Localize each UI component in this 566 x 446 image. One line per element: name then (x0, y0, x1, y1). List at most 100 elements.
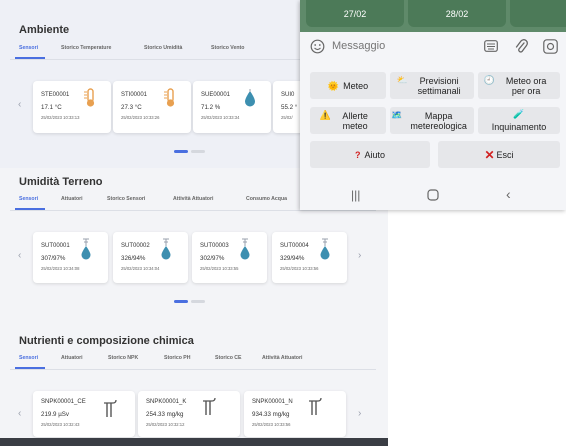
chat-header: 27/02 28/02 (300, 0, 566, 32)
date-button-partial[interactable] (510, 0, 566, 27)
sensor-card[interactable]: SUT00003 302/97% 25/02/2023 10:33:55 (192, 232, 267, 283)
back-icon[interactable]: ‹ (506, 186, 511, 202)
probe-icon (203, 397, 216, 415)
tab-attuatori[interactable]: Attuatori (61, 355, 83, 361)
sensor-value: 55.2 ° (281, 104, 298, 111)
sensor-timestamp: 25/02/2023 10:33:55 (200, 266, 239, 271)
pagination-dot[interactable] (191, 300, 205, 303)
sensor-value: 254.33 mg/kg (146, 411, 184, 418)
sensor-card[interactable]: STE00001 17.1 °C 25/02/2023 10:33:13 (33, 81, 111, 133)
clock-icon: 🕘 (483, 75, 496, 85)
pagination-dot-active[interactable] (174, 300, 188, 303)
sensor-timestamp: 25/02/2023 10:34:04 (121, 266, 160, 271)
date-button-27-02[interactable]: 27/02 (306, 0, 404, 27)
sensor-card[interactable]: STI00001 27.3 °C 25/02/2023 10:33:26 (113, 81, 191, 133)
probe-icon (309, 397, 322, 415)
sensor-timestamp: 25/02/2023 10:32:43 (41, 422, 80, 427)
sensor-timestamp: 25/02/2023 10:34:08 (41, 266, 80, 271)
umidita-title: Umidità Terreno (19, 176, 103, 188)
tabs-divider (10, 369, 376, 370)
carousel-prev-button[interactable]: ‹ (18, 408, 21, 419)
thermometer-icon (164, 88, 175, 107)
camera-icon[interactable] (543, 39, 558, 54)
tab-sensori[interactable]: Sensori (19, 196, 38, 202)
keyboard-button-esci[interactable]: ✕ Esci (438, 141, 560, 168)
tab-attivita-attuatori[interactable]: Attività Attuatori (262, 355, 302, 361)
tab-attuatori[interactable]: Attuatori (61, 196, 83, 202)
sensor-value: 219.9 µSv (41, 411, 69, 418)
keyboard-button-inquinamento[interactable]: 🧪 Inquinamento (478, 107, 560, 134)
keyboard-button-allerte[interactable]: ⚠️ Allerte meteo (310, 107, 386, 134)
sensor-code: STE00001 (41, 92, 70, 98)
sensor-code: SUT00002 (121, 243, 150, 249)
sensor-value: 71.2 % (201, 104, 221, 111)
sensor-card[interactable]: SUT00004 329/94% 25/02/2023 10:33:56 (272, 232, 347, 283)
android-nav-bar: ||| ‹ (300, 180, 566, 210)
warning-icon: ⚠️ (319, 110, 332, 120)
sensor-code: SNPK00001_N (252, 399, 293, 405)
keyboard-button-previsioni[interactable]: ⛅ Previsioni settimanali (390, 72, 474, 99)
question-mark-icon: ? (354, 149, 361, 160)
keyboard-button-meteo-ora[interactable]: 🕘 Meteo ora per ora (478, 72, 560, 99)
sensor-value: 329/94% (280, 255, 305, 262)
sensor-card[interactable]: SNPK00001_K 254.33 mg/kg 25/02/2023 10:3… (138, 391, 240, 437)
button-label: Previsioni settimanali (417, 75, 461, 96)
sensor-value: 307/97% (41, 255, 66, 262)
sensor-value: 326/94% (121, 255, 146, 262)
tab-storico-ce[interactable]: Storico CE (215, 355, 242, 361)
sensor-card[interactable]: SUT00001 307/97% 25/02/2023 10:34:08 (33, 232, 108, 283)
thermometer-icon (84, 88, 95, 107)
keyboard-button-meteo[interactable]: 🌞 Meteo (310, 72, 386, 99)
tab-storico-ph[interactable]: Storico PH (164, 355, 191, 361)
tab-storico-sensori[interactable]: Storico Sensori (107, 196, 145, 202)
tab-storico-vento[interactable]: Storico Vento (211, 45, 244, 51)
tab-sensori[interactable]: Sensori (19, 45, 38, 51)
window-bottom-edge (0, 438, 388, 446)
soil-moisture-icon (161, 238, 171, 260)
soil-moisture-icon (240, 238, 250, 260)
message-input-bar (300, 32, 566, 61)
sensor-code: SUE00001 (201, 92, 231, 98)
tab-consumo-acqua[interactable]: Consumo Acqua (246, 196, 287, 202)
sensor-code: SNPK00001_CE (41, 399, 86, 405)
carousel-prev-button[interactable]: ‹ (18, 250, 21, 261)
sensor-card[interactable]: SNPK00001_CE 219.9 µSv 25/02/2023 10:32:… (33, 391, 135, 437)
date-button-28-02[interactable]: 28/02 (408, 0, 506, 27)
sensor-code: SUI0 (281, 92, 295, 98)
humidity-drop-icon (245, 89, 255, 107)
carousel-next-button[interactable]: › (358, 250, 361, 261)
carousel-prev-button[interactable]: ‹ (18, 99, 21, 110)
keyboard-button-aiuto[interactable]: ? Aiuto (310, 141, 430, 168)
keyboard-button-mappa[interactable]: 🗺️ Mappa metereologica (390, 107, 474, 134)
sensor-card[interactable]: SNPK00001_N 934.33 mg/kg 25/02/2023 10:3… (244, 391, 346, 437)
bot-keyboard-icon[interactable] (484, 40, 498, 52)
attach-icon[interactable] (514, 38, 528, 55)
recent-apps-icon[interactable]: ||| (351, 188, 360, 202)
sensor-card[interactable]: SUE00001 71.2 % 25/02/2023 10:33:34 (193, 81, 271, 133)
tab-sensori[interactable]: Sensori (19, 355, 38, 361)
tab-storico-npk[interactable]: Storico NPK (108, 355, 138, 361)
sensor-timestamp: 25/02/ (281, 115, 293, 120)
pagination-dot-active[interactable] (174, 150, 188, 153)
tab-storico-temperature[interactable]: Storico Temperature (61, 45, 111, 51)
sensor-timestamp: 25/02/2023 10:33:34 (201, 115, 240, 120)
sensor-code: SUT00004 (280, 243, 309, 249)
pagination-dot[interactable] (191, 150, 205, 153)
home-icon[interactable] (427, 189, 439, 201)
button-label: Meteo ora per ora (505, 75, 547, 96)
tab-attivita-attuatori[interactable]: Attività Attuatori (173, 196, 213, 202)
sensor-code: SNPK00001_K (146, 399, 187, 405)
button-label: Meteo (343, 80, 369, 91)
message-input[interactable] (332, 38, 472, 54)
tab-storico-umidita[interactable]: Storico Umidità (144, 45, 182, 51)
sensor-card[interactable]: SUT00002 326/94% 25/02/2023 10:34:04 (113, 232, 188, 283)
sun-icon: 🌞 (327, 80, 340, 91)
sensor-value: 17.1 °C (41, 104, 62, 111)
sensor-value: 302/97% (200, 255, 225, 262)
emoji-icon[interactable] (310, 39, 325, 54)
tabs-divider (10, 210, 376, 211)
sensor-value: 934.33 mg/kg (252, 411, 290, 418)
sensor-timestamp: 25/02/2023 10:33:56 (280, 266, 319, 271)
sensor-code: SUT00003 (200, 243, 229, 249)
carousel-next-button[interactable]: › (358, 408, 361, 419)
